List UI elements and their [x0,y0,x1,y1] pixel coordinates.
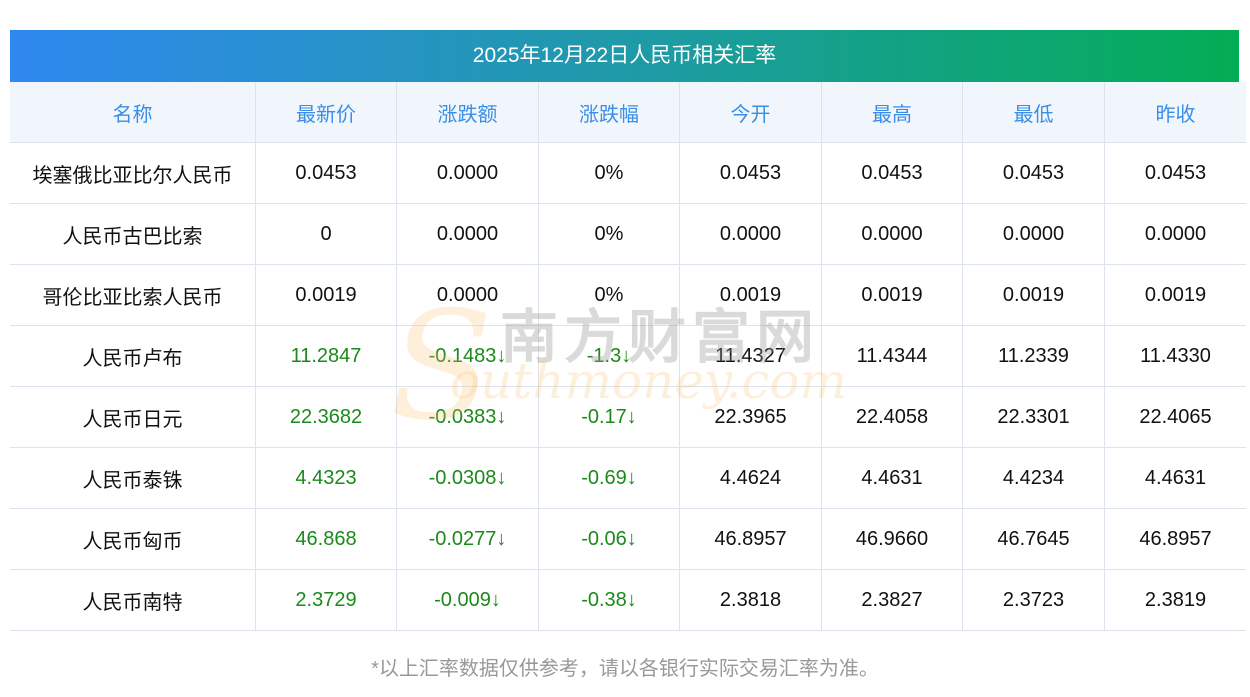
cell-1: 2.3729 [255,569,397,631]
cell-4: 46.8957 [679,508,822,570]
cell-6: 0.0453 [962,142,1105,204]
cell-2: 0.0000 [396,203,539,265]
cell-4: 2.3818 [679,569,822,631]
cell-3: 0% [538,264,680,326]
cell-6: 4.4234 [962,447,1105,509]
cell-5: 46.9660 [821,508,963,570]
table-row: 人民币卢布 11.2847 -0.1483↓ -1.3↓ 11.4327 11.4344 1… [10,325,1246,387]
cell-6: 46.7645 [962,508,1105,570]
table-row: 人民币南特 2.3729 -0.009↓ -0.38↓ 2.3818 2.3827 2.37… [10,569,1246,631]
currency-name: 人民币卢布 [10,325,256,387]
table-title: 2025年12月22日人民币相关汇率 [10,30,1239,82]
cell-4: 0.0019 [679,264,822,326]
currency-name: 埃塞俄比亚比尔人民币 [10,142,256,204]
cell-6: 0.0000 [962,203,1105,265]
column-header: 最低 [962,82,1105,143]
cell-6: 0.0019 [962,264,1105,326]
cell-7: 46.8957 [1104,508,1246,570]
column-header: 名称 [10,82,256,143]
cell-7: 4.4631 [1104,447,1246,509]
cell-5: 2.3827 [821,569,963,631]
currency-name: 人民币南特 [10,569,256,631]
currency-name: 人民币泰铢 [10,447,256,509]
column-header: 今开 [679,82,822,143]
cell-3: -1.3↓ [538,325,680,387]
cell-4: 11.4327 [679,325,822,387]
cell-4: 0.0453 [679,142,822,204]
cell-7: 11.4330 [1104,325,1246,387]
cell-7: 0.0019 [1104,264,1246,326]
cell-7: 0.0453 [1104,142,1246,204]
currency-name: 人民币匈币 [10,508,256,570]
cell-5: 22.4058 [821,386,963,448]
column-header: 最高 [821,82,963,143]
cell-2: -0.0383↓ [396,386,539,448]
table-row: 人民币匈币 46.868 -0.0277↓ -0.06↓ 46.8957 46.9660 4… [10,508,1246,570]
column-header: 涨跌幅 [538,82,680,143]
exchange-rate-table: 名称 最新价 涨跌额 涨跌幅 今开 最高 最低 昨收 埃塞俄比亚比尔人民币 0.0453 0.00… [10,82,1246,631]
cell-7: 22.4065 [1104,386,1246,448]
table-row: 人民币泰铢 4.4323 -0.0308↓ -0.69↓ 4.4624 4.4631 4.4… [10,447,1246,509]
column-header: 涨跌额 [396,82,539,143]
cell-4: 4.4624 [679,447,822,509]
table-row: 人民币日元 22.3682 -0.0383↓ -0.17↓ 22.3965 22.4058… [10,386,1246,448]
currency-name: 哥伦比亚比索人民币 [10,264,256,326]
cell-5: 11.4344 [821,325,963,387]
cell-3: -0.69↓ [538,447,680,509]
table-row: 埃塞俄比亚比尔人民币 0.0453 0.0000 0% 0.0453 0.0453 0.04… [10,142,1246,204]
cell-1: 0.0453 [255,142,397,204]
cell-5: 4.4631 [821,447,963,509]
cell-6: 2.3723 [962,569,1105,631]
cell-6: 11.2339 [962,325,1105,387]
cell-1: 4.4323 [255,447,397,509]
cell-3: 0% [538,203,680,265]
cell-1: 0.0019 [255,264,397,326]
currency-name: 人民币古巴比索 [10,203,256,265]
cell-7: 0.0000 [1104,203,1246,265]
cell-1: 46.868 [255,508,397,570]
disclaimer: *以上汇率数据仅供参考，请以各银行实际交易汇率为准。 [371,658,879,680]
cell-3: -0.06↓ [538,508,680,570]
header-row: 名称 最新价 涨跌额 涨跌幅 今开 最高 最低 昨收 [10,82,1246,143]
cell-2: -0.0308↓ [396,447,539,509]
cell-3: -0.17↓ [538,386,680,448]
cell-4: 0.0000 [679,203,822,265]
cell-2: -0.0277↓ [396,508,539,570]
cell-2: -0.1483↓ [396,325,539,387]
table-row: 哥伦比亚比索人民币 0.0019 0.0000 0% 0.0019 0.0019 0.001… [10,264,1246,326]
cell-3: 0% [538,142,680,204]
cell-2: 0.0000 [396,142,539,204]
cell-6: 22.3301 [962,386,1105,448]
cell-1: 11.2847 [255,325,397,387]
column-header: 最新价 [255,82,397,143]
currency-name: 人民币日元 [10,386,256,448]
table-row: 人民币古巴比索 0 0.0000 0% 0.0000 0.0000 0.0000 0.0000 [10,203,1246,265]
cell-1: 22.3682 [255,386,397,448]
cell-2: 0.0000 [396,264,539,326]
cell-1: 0 [255,203,397,265]
cell-5: 0.0000 [821,203,963,265]
cell-5: 0.0453 [821,142,963,204]
cell-5: 0.0019 [821,264,963,326]
cell-4: 22.3965 [679,386,822,448]
cell-3: -0.38↓ [538,569,680,631]
column-header: 昨收 [1104,82,1246,143]
cell-7: 2.3819 [1104,569,1246,631]
cell-2: -0.009↓ [396,569,539,631]
